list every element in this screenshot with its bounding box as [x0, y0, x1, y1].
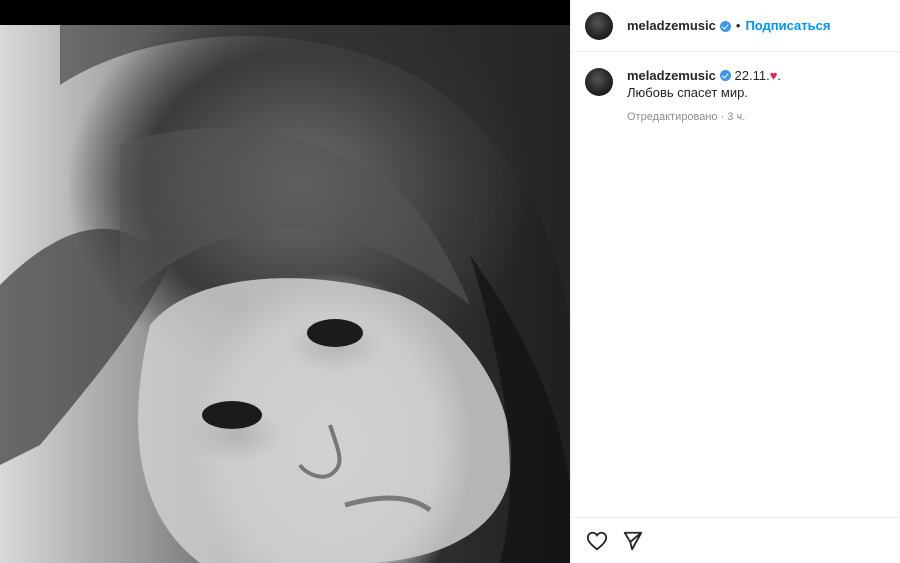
caption-date-text: 22.11. — [734, 68, 770, 83]
post-photo[interactable] — [0, 25, 570, 563]
caption-text: Любовь спасет мир. — [627, 85, 748, 100]
photo-illustration — [0, 25, 570, 563]
caption-meta: Отредактировано · 3 ч. — [627, 111, 746, 123]
caption-body: meladzemusic 22.11.♥. Любовь спасет мир.… — [627, 68, 781, 123]
heart-outline-icon — [586, 531, 608, 550]
caption-username[interactable]: meladzemusic — [627, 68, 716, 83]
header-username[interactable]: meladzemusic — [627, 18, 716, 33]
send-icon — [623, 531, 643, 550]
caption-trailing: . — [777, 68, 782, 83]
avatar[interactable] — [585, 11, 613, 40]
share-button[interactable] — [621, 529, 645, 553]
like-button[interactable] — [585, 529, 609, 553]
caption-avatar[interactable] — [585, 68, 613, 96]
caption-first-line: meladzemusic 22.11.♥. — [627, 68, 781, 84]
post-media — [0, 0, 570, 563]
verified-badge-icon — [719, 21, 731, 32]
separator-dot: • — [735, 18, 741, 33]
caption-verified-badge-icon — [719, 70, 731, 81]
post-actions — [571, 517, 900, 563]
follow-button[interactable]: Подписаться — [745, 18, 830, 33]
post-header: meladzemusic • Подписаться — [571, 0, 900, 52]
caption-comment: meladzemusic 22.11.♥. Любовь спасет мир.… — [585, 68, 885, 123]
post-side-panel: meladzemusic • Подписаться meladzemusic … — [570, 0, 900, 563]
